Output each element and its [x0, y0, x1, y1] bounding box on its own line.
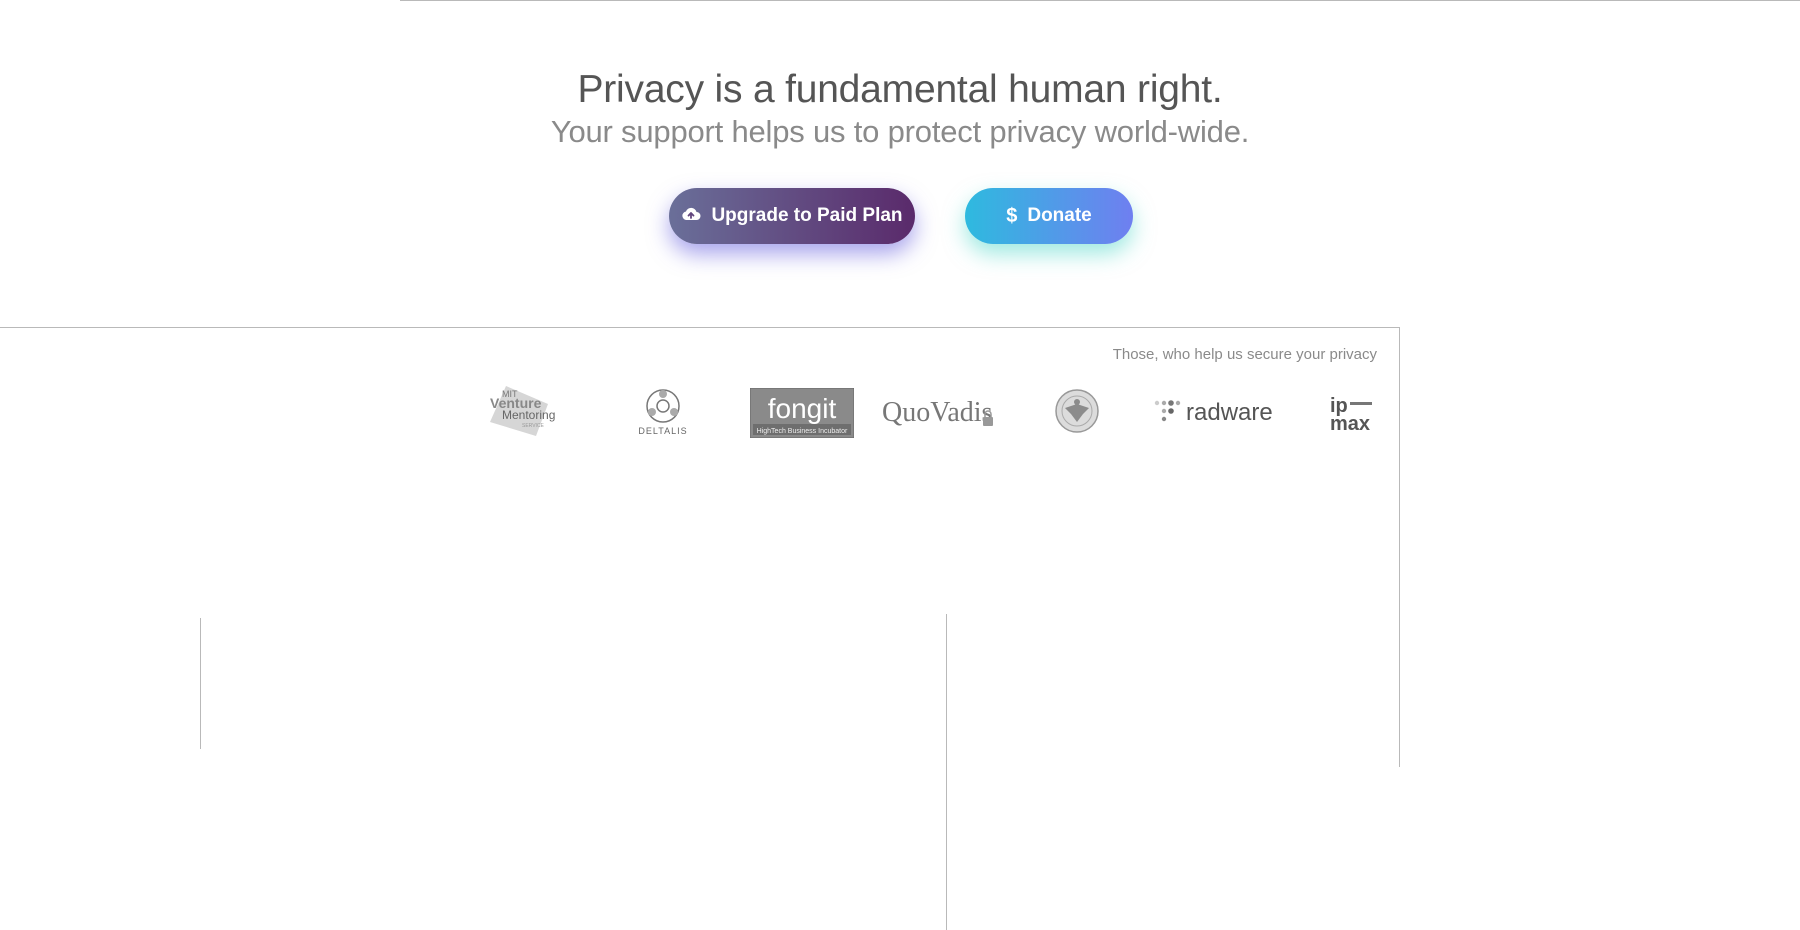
upgrade-label: Upgrade to Paid Plan [711, 205, 903, 226]
service-text: SERVICE [522, 423, 545, 429]
mit-vms-logo: MIT Venture Mentoring SERVICE [488, 384, 568, 438]
cloud-upload-icon [681, 205, 701, 227]
deltalis-text: DELTALIS [638, 426, 687, 436]
fongit-logo: fongit HighTech Business Incubator [750, 388, 854, 438]
radware-logo: radware [1154, 398, 1280, 428]
top-divider [400, 0, 1800, 1]
ipmax-logo: ip max [1330, 394, 1374, 432]
center-column-divider [946, 614, 947, 930]
radware-text: radware [1186, 399, 1273, 426]
quovadis-text: QuoVadis [882, 397, 992, 428]
dollar-icon: $ [1006, 204, 1018, 227]
hero-title: Privacy is a fundamental human right. [577, 68, 1223, 111]
supporters-right-border [1399, 327, 1400, 767]
seal-logo [1054, 388, 1100, 434]
donate-label: Donate [1027, 205, 1092, 226]
upgrade-button[interactable]: Upgrade to Paid Plan [669, 188, 915, 244]
supporters-caption: Those, who help us secure your privacy [1112, 346, 1377, 363]
supporters-top-border [0, 327, 1400, 328]
deltalis-logo: DELTALIS [630, 386, 696, 438]
donate-button[interactable]: $ Donate [965, 188, 1133, 244]
left-column-divider [200, 618, 201, 749]
hero-subtitle: Your support helps us to protect privacy… [550, 114, 1250, 149]
quovadis-logo: QuoVadis [882, 392, 998, 432]
mentoring-text: Mentoring [502, 408, 555, 422]
fongit-text: fongit [768, 393, 837, 424]
fongit-tagline: HighTech Business Incubator [757, 428, 848, 435]
ipmax-max-text: max [1330, 413, 1370, 432]
